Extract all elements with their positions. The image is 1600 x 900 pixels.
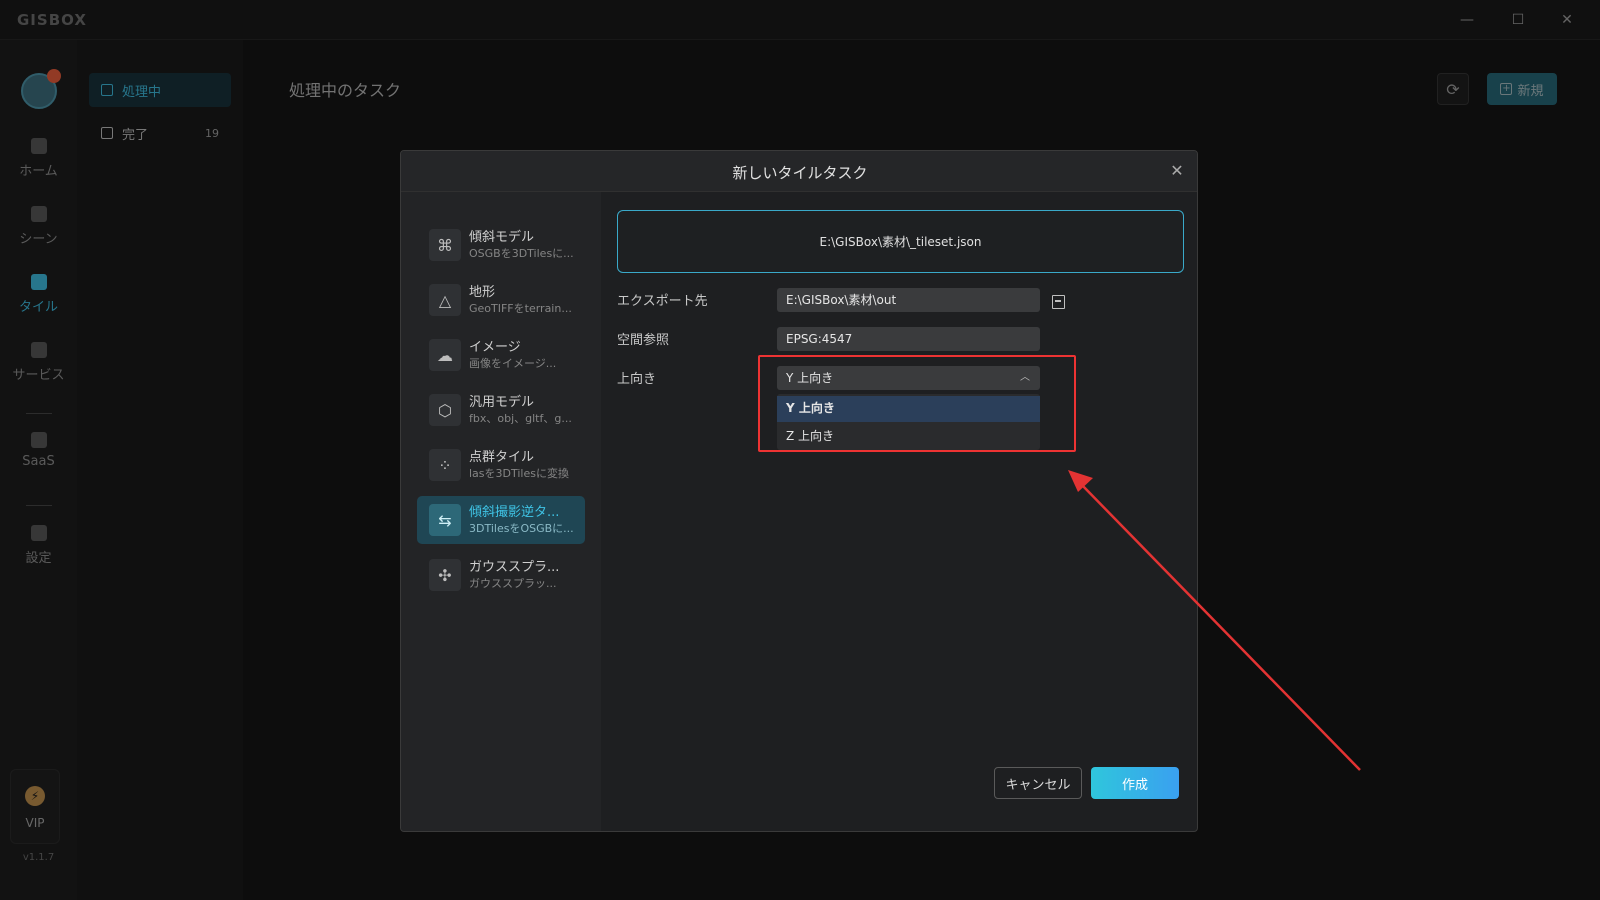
tool-oblique-model[interactable]: ⌘ 傾斜モデル OSGBを3DTilesに... [417,221,585,269]
image-icon: ☁ [429,339,461,371]
tool-image[interactable]: ☁ イメージ 画像をイメージ... [417,331,585,379]
dialog-title: 新しいタイルタスク [732,164,868,182]
tool-name: 汎用モデル [469,394,535,410]
cube-icon: ⬡ [429,394,461,426]
tool-gaussian-splat[interactable]: ✣ ガウススプラ... ガウススプラッ... [417,551,585,599]
tool-desc: 3DTilesをOSGBに... [469,521,574,535]
tool-desc: OSGBを3DTilesに... [469,246,574,260]
tool-name: 傾斜撮影逆タ... [469,504,560,520]
srs-input[interactable]: EPSG:4547 [777,327,1040,351]
tool-desc: ガウススプラッ... [469,576,557,590]
tool-name: 点群タイル [469,449,535,465]
folder-icon[interactable] [1052,295,1065,309]
highlight-box [758,355,1076,452]
tool-generic-model[interactable]: ⬡ 汎用モデル fbx、obj、gltf、g... [417,386,585,434]
close-icon[interactable]: ✕ [1167,161,1187,181]
srs-label: 空間参照 [617,333,670,348]
cancel-button[interactable]: キャンセル [994,767,1082,799]
export-label: エクスポート先 [617,294,708,309]
tool-name: 地形 [469,284,496,300]
gaussian-splat-icon: ✣ [429,559,461,591]
tool-name: ガウススプラ... [469,559,560,575]
tool-name: イメージ [469,339,521,355]
terrain-icon: △ [429,284,461,316]
new-tile-task-dialog: 新しいタイルタスク ✕ ⌘ 傾斜モデル OSGBを3DTilesに... △ 地形… [400,150,1198,832]
tool-oblique-reverse[interactable]: ⇆ 傾斜撮影逆タ... 3DTilesをOSGBに... [417,496,585,544]
tool-desc: GeoTIFFをterrain... [469,301,572,315]
tool-terrain[interactable]: △ 地形 GeoTIFFをterrain... [417,276,585,324]
reverse-convert-icon: ⇆ [429,504,461,536]
up-axis-label: 上向き [617,372,657,387]
task-form: E:\GISBox\素材\_tileset.json エクスポート先 E:\GI… [601,192,1197,831]
tool-desc: fbx、obj、gltf、g... [469,411,572,425]
create-button[interactable]: 作成 [1091,767,1179,799]
export-path-input[interactable]: E:\GISBox\素材\out [777,288,1040,312]
tool-name: 傾斜モデル [469,229,535,245]
point-cloud-icon: ⁘ [429,449,461,481]
oblique-model-icon: ⌘ [429,229,461,261]
tool-list: ⌘ 傾斜モデル OSGBを3DTilesに... △ 地形 GeoTIFFをterr… [401,192,601,831]
tool-desc: 画像をイメージ... [469,356,557,370]
tool-desc: lasを3DTilesに変換 [469,466,569,480]
tool-point-cloud[interactable]: ⁘ 点群タイル lasを3DTilesに変換 [417,441,585,489]
input-file-dropzone[interactable]: E:\GISBox\素材\_tileset.json [617,210,1184,273]
dialog-header: 新しいタイルタスク ✕ [401,151,1197,192]
